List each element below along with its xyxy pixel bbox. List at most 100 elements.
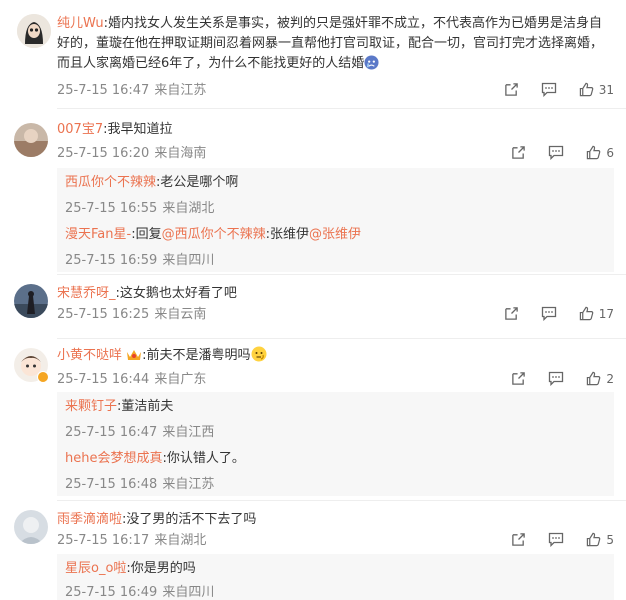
location: 来自江苏 (162, 477, 215, 492)
comment-button[interactable] (548, 145, 564, 160)
timestamp: 25-7-15 16:48 (65, 477, 158, 492)
like-button[interactable]: 17 (579, 306, 614, 321)
comment-actions: 6 (489, 145, 614, 160)
username[interactable]: 漫天Fan星- (65, 227, 131, 242)
comment-text: 雨季滴滴啦:没了男的活不下去了吗 (57, 510, 256, 530)
mention-link[interactable]: @张维伊 (309, 227, 361, 242)
share-button[interactable] (504, 82, 519, 97)
comment-button[interactable] (541, 306, 557, 321)
mention-link[interactable]: @西瓜你个不辣辣 (162, 227, 266, 242)
comment-content: :我早知道拉 (103, 122, 173, 137)
like-button[interactable]: 31 (579, 82, 614, 97)
reply-item: 西瓜你个不辣辣:老公是哪个啊 25-7-15 16:55 来自湖北 (65, 174, 606, 218)
divider (57, 338, 626, 339)
share-icon (504, 307, 518, 320)
timestamp: 25-7-15 16:47 (57, 83, 150, 98)
like-count: 6 (606, 145, 614, 160)
comment-item: 小黄不哒咩 :前夫不是潘粤明吗 25-7-15 16:44 来自广东 2 来颗钉子… (0, 340, 626, 498)
location: 来自江苏 (154, 83, 207, 98)
timestamp: 25-7-15 16:49 (65, 585, 158, 600)
reply-item: hehe会梦想成真:你认错人了。 25-7-15 16:48 来自江苏 (65, 450, 606, 494)
comment-icon (549, 145, 564, 160)
reply-item: 漫天Fan星-:回复@西瓜你个不辣辣:张维伊@张维伊 25-7-15 16:59… (65, 226, 606, 270)
username[interactable]: 007宝7 (57, 122, 103, 137)
comment-content: :婚内找女人发生关系是事实，被判的只是强奸罪不成立，不代表高作为已婚男是洁身自好… (57, 16, 604, 71)
share-button[interactable] (511, 371, 526, 386)
verified-badge-icon (37, 371, 49, 383)
like-button[interactable]: 6 (586, 145, 614, 160)
comment-item: 宋慧乔呀_:这女鹅也太好看了吧 25-7-15 16:25 来自云南 17 (0, 276, 626, 336)
comment-item: 纯儿Wu:婚内找女人发生关系是事实，被判的只是强奸罪不成立，不代表高作为已婚男是… (0, 0, 626, 106)
avatar[interactable] (14, 510, 48, 544)
like-button[interactable]: 2 (586, 371, 614, 386)
reply-content: :你认错人了。 (162, 451, 245, 466)
timestamp: 25-7-15 16:17 (57, 533, 150, 548)
comment-actions: 17 (482, 306, 614, 321)
comment-item: 雨季滴滴啦:没了男的活不下去了吗 25-7-15 16:17 来自湖北 5 星辰o… (0, 502, 626, 600)
comment-icon (541, 82, 556, 97)
like-count: 2 (606, 371, 614, 386)
comment-actions: 5 (489, 532, 614, 547)
share-button[interactable] (511, 532, 526, 547)
location: 来自广东 (154, 372, 207, 387)
divider (57, 108, 626, 109)
username[interactable]: 宋慧乔呀_ (57, 286, 116, 301)
comment-button[interactable] (548, 371, 564, 386)
timestamp: 25-7-15 16:20 (57, 146, 150, 161)
username[interactable]: 纯儿Wu (57, 16, 104, 31)
comment-button[interactable] (541, 82, 557, 97)
comment-text: 小黄不哒咩 :前夫不是潘粤明吗 (57, 346, 267, 369)
avatar[interactable] (14, 123, 48, 157)
comment-content: :这女鹅也太好看了吧 (115, 286, 237, 301)
comment-button[interactable] (548, 532, 564, 547)
reply-content: :老公是哪个啊 (156, 175, 239, 190)
share-button[interactable] (504, 306, 519, 321)
share-icon (512, 533, 526, 546)
reply-list: 来颗钉子:董洁前夫 25-7-15 16:47 来自江西 hehe会梦想成真:你认… (57, 392, 614, 496)
username[interactable]: 小黄不哒咩 (57, 348, 122, 363)
share-icon (512, 372, 526, 385)
reply-prefix: :回复 (131, 227, 162, 242)
comment-meta: 25-7-15 16:44 来自广东 (57, 371, 206, 389)
comment-actions: 31 (482, 82, 614, 97)
reply-content: :你是男的吗 (126, 561, 196, 576)
timestamp: 25-7-15 16:47 (65, 425, 158, 440)
username[interactable]: 星辰o_o啦 (65, 561, 126, 576)
like-count: 17 (598, 306, 614, 321)
username[interactable]: 西瓜你个不辣辣 (65, 175, 156, 190)
avatar[interactable] (17, 14, 51, 48)
like-button[interactable]: 5 (586, 532, 614, 547)
thumbs-up-icon (587, 532, 601, 547)
reply-list: 星辰o_o啦:你是男的吗 25-7-15 16:49 来自四川 (57, 554, 614, 600)
location: 来自四川 (162, 253, 215, 268)
location: 来自江西 (162, 425, 215, 440)
username[interactable]: hehe会梦想成真 (65, 451, 162, 466)
divider (57, 500, 626, 501)
comment-content: :前夫不是潘粤明吗 (142, 348, 251, 363)
reply-content: :张维伊 (265, 227, 309, 242)
timestamp: 25-7-15 16:25 (57, 307, 150, 322)
comment-meta: 25-7-15 16:25 来自云南 (57, 306, 206, 324)
comment-item: 007宝7:我早知道拉 25-7-15 16:20 来自海南 6 西瓜你个不辣辣:… (0, 110, 626, 272)
thumbs-up-icon (579, 82, 594, 97)
thinking-face-icon (251, 346, 267, 369)
share-icon (512, 146, 526, 159)
crown-icon (126, 348, 142, 369)
location: 来自四川 (162, 585, 215, 600)
reply-content: :董洁前夫 (117, 399, 174, 414)
share-button[interactable] (511, 145, 526, 160)
username[interactable]: 雨季滴滴啦 (57, 512, 122, 527)
location: 来自云南 (154, 307, 207, 322)
comment-meta: 25-7-15 16:17 来自湖北 (57, 532, 206, 550)
comment-text: 纯儿Wu:婚内找女人发生关系是事实，被判的只是强奸罪不成立，不代表高作为已婚男是… (57, 14, 605, 77)
thumbs-up-icon (587, 371, 601, 386)
location: 来自湖北 (162, 201, 215, 216)
location: 来自海南 (154, 146, 207, 161)
comment-actions: 2 (489, 371, 614, 386)
timestamp: 25-7-15 16:55 (65, 201, 158, 216)
avatar[interactable] (14, 284, 48, 318)
reply-list: 西瓜你个不辣辣:老公是哪个啊 25-7-15 16:55 来自湖北 漫天Fan星-… (57, 168, 614, 272)
username[interactable]: 来颗钉子 (65, 399, 117, 414)
timestamp: 25-7-15 16:44 (57, 372, 150, 387)
thumbs-up-icon (587, 145, 601, 160)
